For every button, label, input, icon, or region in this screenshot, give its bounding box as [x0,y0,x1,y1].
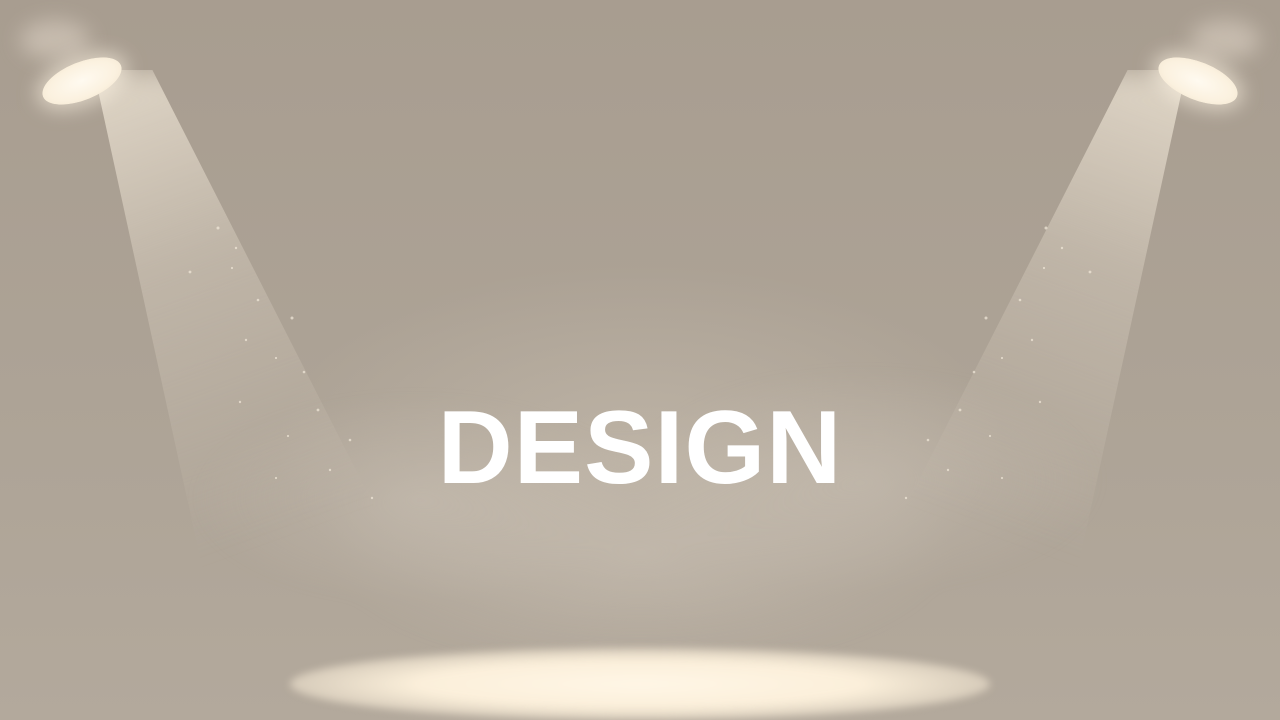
sparkles [188,226,1092,500]
slide-title: DESIGN [437,390,843,506]
stage-background: DESIGN [0,0,1280,720]
